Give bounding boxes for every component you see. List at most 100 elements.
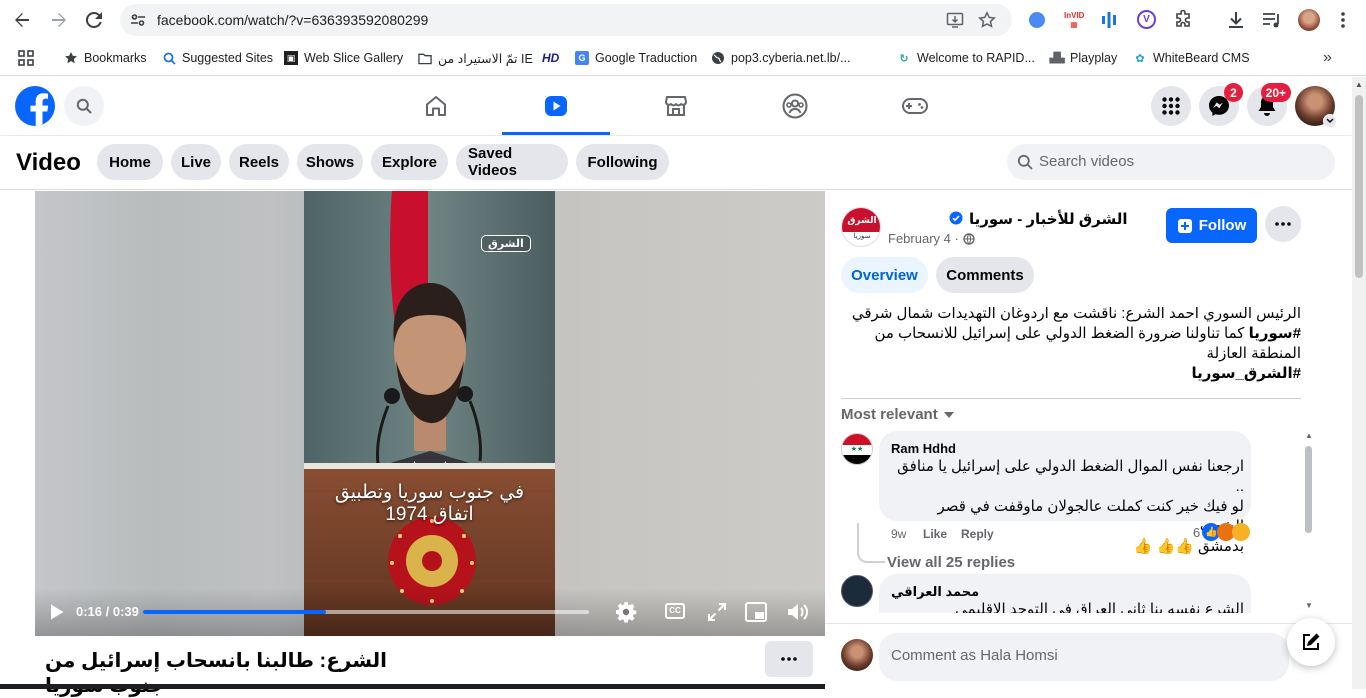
- extension-v-icon[interactable]: V: [1137, 10, 1156, 29]
- page-name[interactable]: الشرق للأخبار - سوريا: [969, 210, 1128, 228]
- comment-avatar[interactable]: ★★: [841, 433, 873, 465]
- bookmark-whitebeard-cms[interactable]: ✿ WhiteBeard CMS: [1133, 49, 1249, 67]
- hashtag-syria[interactable]: #سوريا: [1249, 325, 1301, 342]
- bookmark-star-icon[interactable]: [978, 11, 996, 29]
- new-message-button[interactable]: [1287, 618, 1335, 666]
- search-icon: [1017, 154, 1033, 170]
- comment-reply-link[interactable]: Reply: [961, 527, 994, 541]
- menu-button[interactable]: [1151, 86, 1191, 126]
- nav-groups[interactable]: [741, 77, 849, 135]
- more-bookmarks-icon[interactable]: »: [1323, 49, 1332, 67]
- browser-menu-icon[interactable]: [1333, 10, 1353, 30]
- extension-icon-1[interactable]: [1029, 12, 1045, 28]
- address-bar[interactable]: facebook.com/watch/?v=636393592080299: [120, 4, 1012, 36]
- scroll-up-icon[interactable]: ▲: [1305, 431, 1313, 440]
- page-avatar[interactable]: الشرق سوريا: [841, 207, 881, 247]
- comment-bubble: محمد العراقي الشرع نفسه بنا ثاني العراق …: [879, 574, 1251, 613]
- active-tab-indicator: [502, 132, 610, 135]
- video-player[interactable]: الشرق في جنوب سوريا وتطبيق اتفاق 1974 0:…: [35, 191, 825, 636]
- composer-avatar[interactable]: [841, 639, 873, 671]
- comments-scrollbar[interactable]: ▲ ▼: [1303, 431, 1315, 611]
- tab-shows[interactable]: Shows: [297, 144, 363, 180]
- progress-bar[interactable]: [143, 610, 589, 614]
- fullscreen-expand-icon[interactable]: [708, 603, 726, 621]
- extension-audio-icon[interactable]: [1101, 11, 1117, 29]
- video-search-input[interactable]: Search videos: [1007, 144, 1335, 180]
- media-controls-icon[interactable]: [1262, 11, 1282, 29]
- nav-video[interactable]: [502, 77, 610, 135]
- comments-scroll-thumb[interactable]: [1305, 446, 1312, 533]
- post-date[interactable]: February 4 ·: [888, 231, 975, 246]
- tab-home[interactable]: Home: [97, 144, 163, 180]
- bookmark-welcome-rapid[interactable]: ↻ Welcome to RAPID...: [897, 49, 1034, 67]
- facebook-logo[interactable]: [15, 86, 55, 126]
- facebook-search-button[interactable]: [64, 86, 104, 126]
- comment-author[interactable]: محمد العراقي: [891, 584, 979, 600]
- notifications-button[interactable]: 20+: [1247, 83, 1291, 126]
- back-icon[interactable]: [9, 8, 35, 32]
- nav-home[interactable]: [382, 77, 490, 135]
- play-icon[interactable]: [49, 603, 65, 621]
- bookmark-web-slice-gallery[interactable]: ▣ Web Slice Gallery: [284, 49, 403, 67]
- view-all-replies-link[interactable]: View all 25 replies: [887, 554, 1015, 571]
- tab-comments[interactable]: Comments: [936, 257, 1034, 293]
- post-panel: الشرق سوريا الشرق للأخبار - سوريا Februa…: [825, 191, 1352, 689]
- playplay-icon: ▟▙: [1049, 52, 1065, 64]
- comment-age[interactable]: 9w: [891, 527, 906, 541]
- post-description: الرئيس السوري أحمد الشرع: ناقشت مع أردوغ…: [841, 307, 1301, 398]
- follow-button[interactable]: Follow: [1166, 208, 1257, 243]
- page-scroll-thumb[interactable]: [1355, 95, 1363, 278]
- tab-explore[interactable]: Explore: [371, 144, 448, 180]
- install-app-icon[interactable]: [946, 11, 964, 29]
- bookmark-bookmarks[interactable]: Bookmarks: [64, 49, 147, 67]
- comment-author[interactable]: Ram Hdhd: [891, 441, 956, 456]
- bookmark-hd[interactable]: HD: [542, 49, 559, 67]
- google-translate-icon: G: [575, 51, 589, 65]
- browser-profile-avatar[interactable]: [1298, 9, 1320, 31]
- downloads-icon[interactable]: [1226, 10, 1246, 30]
- settings-gear-icon[interactable]: [615, 601, 637, 623]
- scroll-down-icon[interactable]: ▼: [1305, 601, 1313, 610]
- video-title: الشرع: طالبنا بانسحاب إسرائيل من جنوب سو…: [45, 650, 388, 697]
- volume-icon[interactable]: [787, 602, 809, 622]
- messenger-badge: 2: [1224, 83, 1243, 102]
- bookmark-pop3-cyberia[interactable]: pop3.cyberia.net.lb/...: [711, 49, 851, 67]
- comment-input[interactable]: Comment as Hala Homsi: [879, 633, 1289, 681]
- apps-grid-icon[interactable]: [18, 50, 34, 66]
- tab-live[interactable]: Live: [171, 144, 221, 180]
- site-info-icon[interactable]: [130, 12, 146, 28]
- comment-reactions[interactable]: 6 👍: [1193, 523, 1251, 541]
- page-scrollbar[interactable]: ▲: [1352, 77, 1366, 689]
- globe-icon: [711, 51, 725, 65]
- comment-like-link[interactable]: Like: [923, 527, 947, 541]
- extension-invid-icon[interactable]: InVID ▦: [1064, 11, 1084, 29]
- tab-following[interactable]: Following: [576, 144, 669, 180]
- tab-overview[interactable]: Overview: [841, 257, 928, 293]
- reload-icon[interactable]: [81, 8, 107, 32]
- picture-in-picture-icon[interactable]: [745, 602, 767, 622]
- comment-avatar[interactable]: [841, 575, 873, 607]
- time-display: 0:16 / 0:39: [76, 604, 139, 619]
- video-more-button[interactable]: [765, 641, 813, 677]
- bookmark-playplay[interactable]: ▟▙ Playplay: [1049, 49, 1117, 67]
- forward-icon[interactable]: [46, 8, 72, 32]
- extensions-puzzle-icon[interactable]: [1173, 10, 1193, 30]
- messenger-button[interactable]: 2: [1199, 83, 1243, 126]
- facebook-header: 2 20+: [0, 77, 1352, 135]
- sort-comments-dropdown[interactable]: Most relevant: [841, 406, 954, 423]
- nav-marketplace[interactable]: [622, 77, 730, 135]
- post-more-button[interactable]: [1265, 206, 1301, 242]
- bookmark-ie-import-folder[interactable]: تمّ الاستيراد من IE: [418, 49, 533, 67]
- hashtag-alsharq-syria[interactable]: #الشرق_سوريا: [841, 364, 1301, 384]
- tab-saved-videos[interactable]: Saved Videos: [456, 144, 568, 180]
- tab-reels[interactable]: Reels: [229, 144, 289, 180]
- video-subnav: Video Home Live Reels Shows Explore Save…: [0, 136, 1352, 190]
- bookmark-suggested-sites[interactable]: Suggested Sites: [162, 49, 273, 67]
- profile-avatar[interactable]: [1295, 86, 1337, 128]
- scroll-up-icon[interactable]: ▲: [1355, 80, 1363, 89]
- more-dots-icon: [1275, 222, 1291, 226]
- comments-list: ★★ Ram Hdhd ارجعنا نفس الموال الضغط الدو…: [841, 431, 1311, 613]
- bookmark-google-traduction[interactable]: G Google Traduction: [575, 49, 697, 67]
- nav-gaming[interactable]: [861, 77, 969, 135]
- captions-cc-icon[interactable]: CC: [665, 603, 685, 619]
